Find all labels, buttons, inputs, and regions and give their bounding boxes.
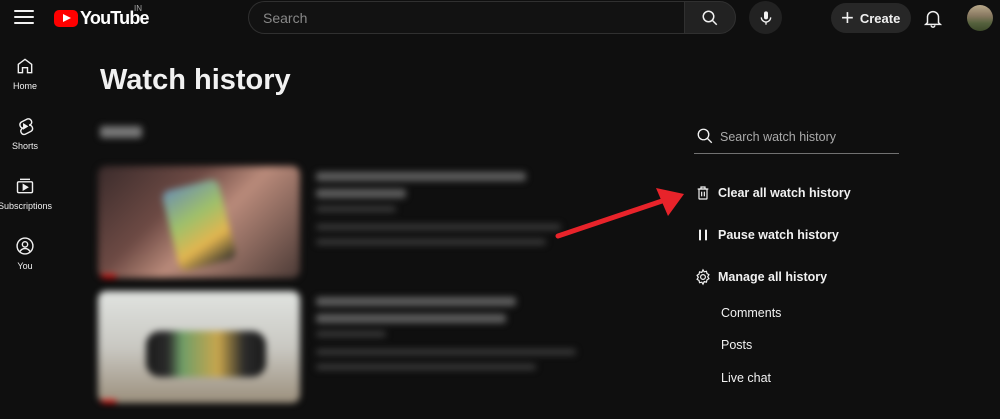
menu-icon[interactable] xyxy=(14,10,34,26)
history-search-box xyxy=(694,122,899,154)
shorts-icon xyxy=(19,118,34,136)
home-icon xyxy=(17,58,33,74)
page-title: Watch history xyxy=(100,64,291,96)
voice-search-button[interactable] xyxy=(749,1,782,34)
pause-history-button[interactable]: Pause watch history xyxy=(694,221,839,249)
search-box xyxy=(248,1,685,34)
clear-all-history-label: Clear all watch history xyxy=(718,186,851,200)
list-item[interactable] xyxy=(98,166,578,278)
top-bar: YouTube IN + Create xyxy=(0,0,1000,36)
comments-link[interactable]: Comments xyxy=(721,306,781,320)
sidebar: Home Shorts Subscriptions You xyxy=(0,36,53,419)
sidebar-item-subscriptions[interactable]: Subscriptions xyxy=(0,156,53,216)
avatar[interactable] xyxy=(967,5,993,31)
video-thumbnail[interactable] xyxy=(98,166,300,278)
search-input[interactable] xyxy=(249,2,685,33)
notifications-button[interactable] xyxy=(922,7,944,29)
live-chat-link[interactable]: Live chat xyxy=(721,371,771,385)
sidebar-item-you[interactable]: You xyxy=(0,216,50,276)
plus-icon: + xyxy=(841,5,854,30)
create-button[interactable]: + Create xyxy=(831,3,911,33)
youtube-play-icon xyxy=(54,9,78,27)
list-item[interactable] xyxy=(98,291,578,403)
search-button[interactable] xyxy=(684,1,736,34)
section-heading-blurred xyxy=(100,126,142,138)
create-label: Create xyxy=(859,10,901,26)
gear-icon xyxy=(694,268,712,286)
video-thumbnail[interactable] xyxy=(98,291,300,403)
sidebar-item-label: Subscriptions xyxy=(0,201,53,211)
sidebar-item-label: Shorts xyxy=(11,141,38,151)
region-code: IN xyxy=(134,4,142,13)
pause-icon xyxy=(694,226,712,244)
manage-history-label: Manage all history xyxy=(718,270,828,284)
search-icon xyxy=(697,128,713,144)
video-info-blurred xyxy=(316,297,576,379)
posts-link[interactable]: Posts xyxy=(721,338,752,352)
video-info-blurred xyxy=(316,172,566,254)
sidebar-item-shorts[interactable]: Shorts xyxy=(0,96,50,156)
annotation-arrow xyxy=(555,188,684,239)
sidebar-item-home[interactable]: Home xyxy=(0,36,50,96)
sidebar-item-label: Home xyxy=(12,81,37,91)
sidebar-item-label: You xyxy=(17,261,33,271)
microphone-icon xyxy=(760,10,771,25)
history-search-input[interactable] xyxy=(720,126,895,148)
clear-all-history-button[interactable]: Clear all watch history xyxy=(694,179,851,207)
subscriptions-icon xyxy=(16,178,34,194)
you-icon xyxy=(16,237,34,255)
trash-icon xyxy=(694,184,712,202)
pause-history-label: Pause watch history xyxy=(718,228,839,242)
manage-history-button[interactable]: Manage all history xyxy=(694,263,827,291)
search-icon xyxy=(702,10,718,25)
bell-icon xyxy=(923,10,943,28)
